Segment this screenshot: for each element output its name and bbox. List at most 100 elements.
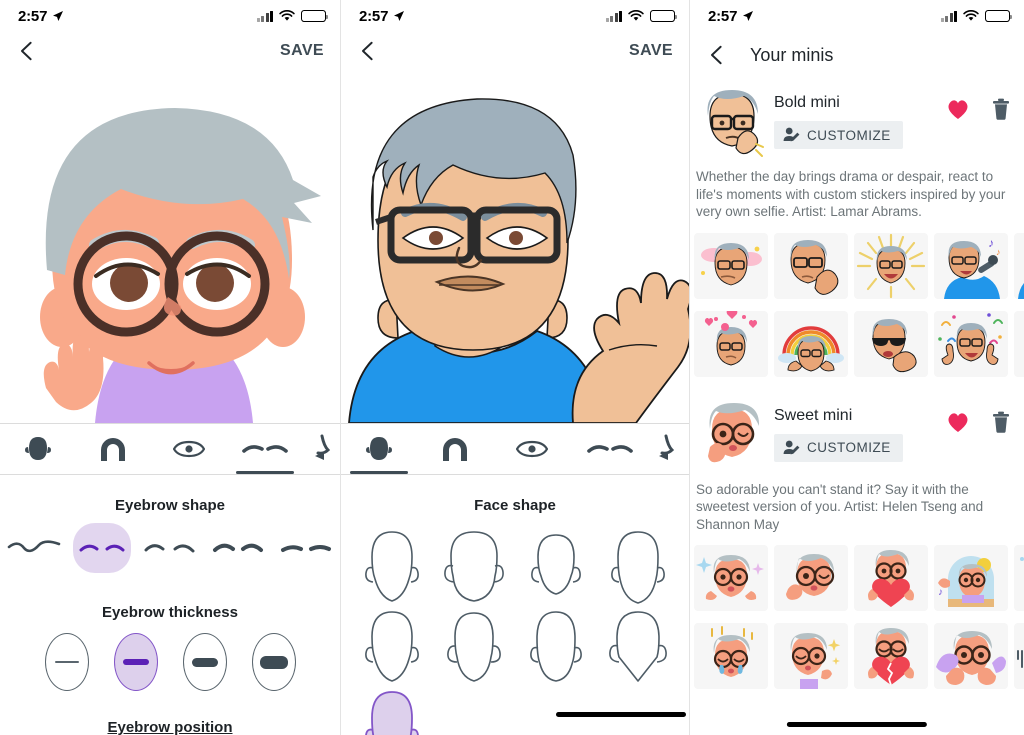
your-minis-screen: 2:57 Your minis Bold mini CUSTOMIZE Whet…	[690, 0, 1024, 735]
tab-eyes[interactable]	[493, 424, 571, 474]
face-shape-option-square-jaw[interactable]	[433, 528, 515, 606]
tab-face-shape[interactable]	[341, 424, 417, 474]
feature-tab-strip[interactable]	[341, 423, 689, 475]
mini-description: So adorable you can't stand it? Say it w…	[696, 481, 984, 532]
eyebrow-thickness-option-3[interactable]	[182, 633, 227, 691]
face-shape-option-tall-round[interactable]	[351, 688, 433, 735]
status-time-label: 2:57	[359, 7, 389, 25]
sticker-sunglasses-cool[interactable]	[854, 310, 928, 377]
location-arrow-icon	[743, 11, 754, 21]
navigation-bar: SAVE	[0, 32, 340, 70]
sticker-celebration-number-one[interactable]	[934, 310, 1008, 377]
back-chevron-icon[interactable]	[357, 40, 379, 62]
tab-eyebrows[interactable]	[571, 424, 649, 474]
eyebrow-shape-option-wavy[interactable]	[0, 522, 68, 574]
eyebrow-shape-option-soft-arch[interactable]	[68, 522, 136, 574]
face-shape-heart-icon	[609, 611, 667, 682]
eyebrow-wavy-icon	[7, 540, 61, 553]
face-shape-pointed-chin-icon	[611, 531, 665, 604]
face-shape-option-long-oval[interactable]	[515, 608, 597, 686]
sticker-grid-bold-row-2[interactable]	[690, 299, 1024, 377]
tab-eyebrows[interactable]	[227, 424, 303, 474]
mini-card-sweet: Sweet mini CUSTOMIZE So adorable you can…	[690, 391, 1024, 689]
face-shape-option-oval-wide[interactable]	[351, 608, 433, 686]
eyebrow-thickness-option-1[interactable]	[44, 633, 89, 691]
sticker-shining-laugh[interactable]	[854, 232, 928, 299]
mini-header: Sweet mini CUSTOMIZE	[690, 391, 1024, 471]
sticker-hands-on-cheeks[interactable]	[934, 623, 1008, 689]
eyebrow-thickness-options[interactable]	[0, 633, 340, 691]
tab-hair[interactable]	[417, 424, 493, 474]
sticker-grid-sweet-row-2[interactable]	[690, 611, 1024, 689]
thickness-bar	[122, 659, 149, 665]
eyebrow-thickness-option-2[interactable]	[113, 633, 158, 691]
trash-icon[interactable]	[992, 411, 1010, 433]
mini-header: Bold mini CUSTOMIZE	[690, 78, 1024, 158]
sticker-birthday-cake[interactable]	[1014, 310, 1024, 377]
feature-tab-strip[interactable]	[0, 423, 340, 475]
tab-nose[interactable]	[303, 424, 340, 474]
sticker-rainbow-peek[interactable]	[774, 310, 848, 377]
face-shape-option-oval[interactable]	[351, 528, 433, 606]
customize-button-sweet[interactable]: CUSTOMIZE	[774, 433, 903, 462]
status-indicators	[256, 10, 329, 22]
status-indicators	[605, 10, 678, 22]
home-indicator	[556, 712, 686, 717]
face-shape-option-pointed-chin[interactable]	[597, 528, 679, 606]
mini-actions	[946, 86, 1010, 120]
sticker-annoyed-face[interactable]	[694, 232, 768, 299]
section-title-eyebrow-shape: Eyebrow shape	[114, 497, 226, 514]
back-chevron-icon[interactable]	[706, 44, 728, 66]
sticker-shy-sparkles[interactable]	[774, 623, 848, 689]
tab-nose[interactable]	[649, 424, 683, 474]
sticker-sparkle-cheeks[interactable]	[694, 545, 768, 611]
heart-icon[interactable]	[946, 98, 970, 120]
sticker-eating-fork[interactable]	[1014, 623, 1024, 689]
svg-text:♪: ♪	[938, 587, 943, 598]
sticker-crying-tears[interactable]	[694, 623, 768, 689]
tab-face-shape[interactable]	[0, 424, 75, 474]
sticker-partial-blue-shirt[interactable]	[1014, 232, 1024, 299]
tab-eyes[interactable]	[151, 424, 227, 474]
face-shape-option-round-small[interactable]	[515, 528, 597, 606]
section-title-eyebrow-position: Eyebrow position	[107, 719, 233, 735]
face-shape-option-heart[interactable]	[597, 608, 679, 686]
heart-icon[interactable]	[946, 411, 970, 433]
eyebrow-shape-options[interactable]	[0, 522, 340, 574]
section-title-eyebrow-thickness: Eyebrow thickness	[102, 604, 238, 621]
sticker-sunny-window-wave[interactable]: ♪	[934, 545, 1008, 611]
sticker-grid-bold-row-1[interactable]: ♪ ♪	[690, 221, 1024, 299]
back-chevron-icon[interactable]	[16, 40, 38, 62]
status-bar: 2:57	[0, 0, 340, 32]
face-shape-option-diamond[interactable]	[433, 608, 515, 686]
trash-icon[interactable]	[992, 98, 1010, 120]
sticker-holding-heart[interactable]	[854, 545, 928, 611]
sticker-thinking-face[interactable]	[774, 232, 848, 299]
face-shape-oval-icon	[365, 531, 419, 602]
avatar-editor-eyebrows-screen: 2:57 SAVE Eyebrow shape Eyebrow thicknes…	[0, 0, 341, 735]
customize-button-bold[interactable]: CUSTOMIZE	[774, 121, 903, 149]
sticker-singing-microphone[interactable]: ♪ ♪	[934, 232, 1008, 299]
sticker-grid-sweet-row-1[interactable]: ♪	[690, 533, 1024, 611]
tab-hair[interactable]	[75, 424, 151, 474]
save-button[interactable]: SAVE	[280, 42, 324, 60]
save-button[interactable]: SAVE	[629, 42, 673, 60]
eyebrow-shape-option-straight-flat[interactable]	[272, 522, 340, 574]
avatar-preview	[341, 70, 689, 423]
section-title-face-shape: Face shape	[474, 497, 556, 514]
eye-icon	[173, 440, 205, 458]
eyebrows-icon	[587, 445, 633, 453]
eyebrow-shape-option-angled-thin[interactable]	[136, 522, 204, 574]
sticker-winking-point[interactable]	[774, 545, 848, 611]
eyebrow-shape-option-rounded-thick[interactable]	[204, 522, 272, 574]
person-edit-icon	[783, 440, 800, 454]
sticker-broken-heart[interactable]	[854, 623, 928, 689]
face-shape-row-2[interactable]	[341, 608, 689, 686]
sticker-hearts-love[interactable]	[694, 310, 768, 377]
face-shape-row-1[interactable]	[341, 528, 689, 606]
mini-info: Sweet mini CUSTOMIZE	[768, 399, 946, 462]
customize-label: CUSTOMIZE	[807, 440, 891, 455]
eyebrow-thickness-option-4[interactable]	[251, 633, 296, 691]
sticker-burger-snack[interactable]	[1014, 545, 1024, 611]
nav-title-row: Your minis	[706, 44, 833, 66]
